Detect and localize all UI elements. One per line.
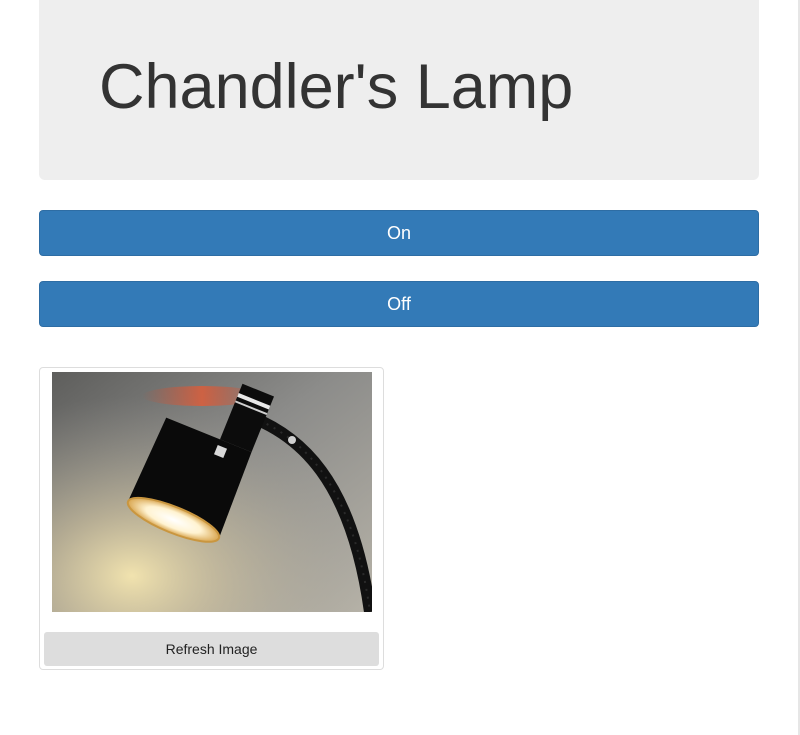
camera-thumbnail: Refresh Image <box>39 367 384 670</box>
page: Chandler's Lamp On Off Refresh Image <box>0 0 800 735</box>
refresh-image-button[interactable]: Refresh Image <box>44 632 379 666</box>
on-button[interactable]: On <box>39 210 759 256</box>
header-jumbotron: Chandler's Lamp <box>39 0 759 180</box>
page-title: Chandler's Lamp <box>99 52 574 122</box>
lamp-camera-image <box>52 372 372 612</box>
off-button[interactable]: Off <box>39 281 759 327</box>
